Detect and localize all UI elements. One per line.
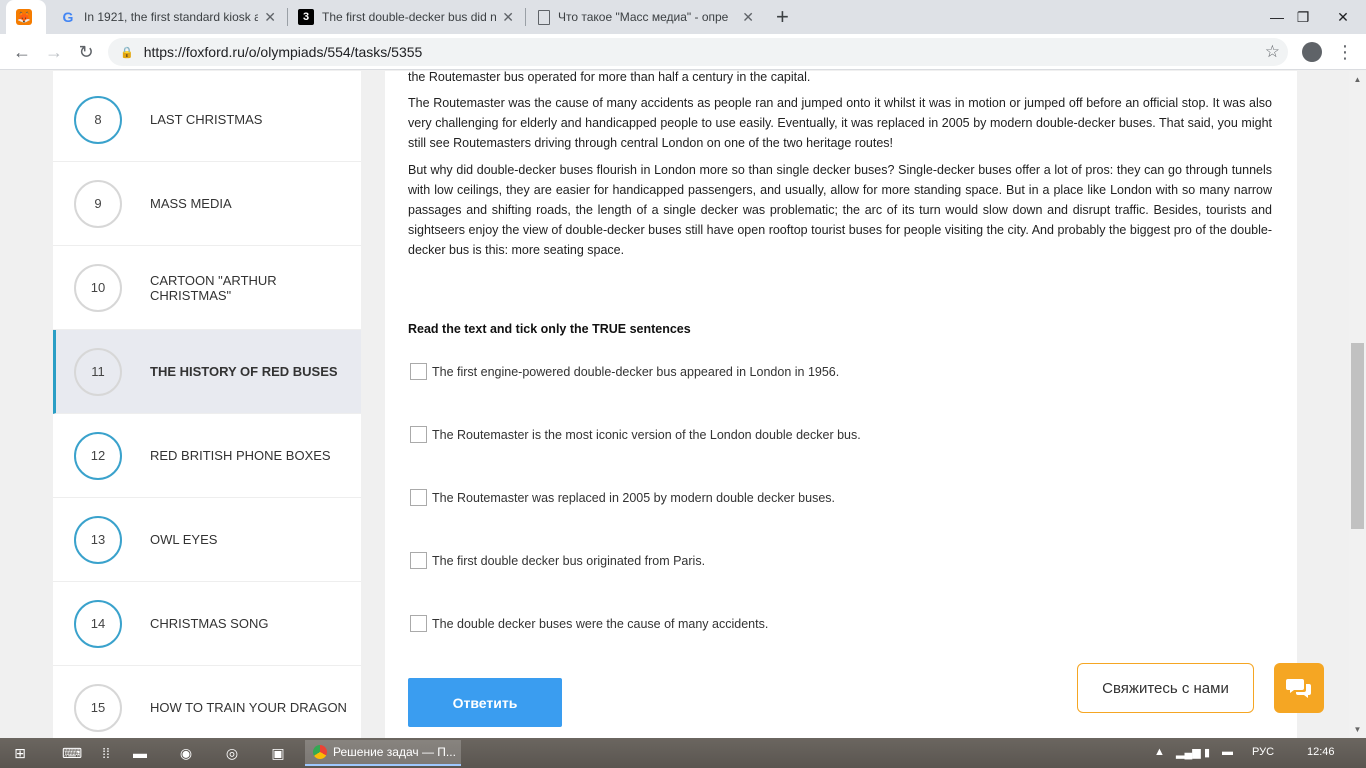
save-icon[interactable]: ▣ — [268, 743, 288, 763]
option-text: The Routemaster was replaced in 2005 by … — [432, 490, 836, 505]
taskbar-chrome-app[interactable]: Решение задач — П... — [305, 740, 461, 766]
sidebar-item-label: OWL EYES — [150, 532, 218, 547]
task-content: the Routemaster bus operated for more th… — [385, 71, 1297, 738]
tab-title: Что такое "Масс медиа" - опре — [558, 10, 729, 24]
task-number: 8 — [74, 95, 122, 144]
task-number: 9 — [74, 179, 122, 228]
page-scrollbar[interactable]: ▲ ▼ — [1349, 71, 1366, 738]
sidebar-item-9[interactable]: 9 MASS MEDIA — [53, 162, 361, 246]
sidebar-item-14[interactable]: 14 CHRISTMAS SONG — [53, 582, 361, 666]
sidebar-item-label: CARTOON "ARTHUR CHRISTMAS" — [150, 272, 277, 303]
answer-option[interactable]: The first double decker bus originated f… — [410, 552, 705, 569]
sidebar-item-label: CHRISTMAS SONG — [150, 616, 269, 631]
three-icon: 3 — [298, 9, 314, 25]
sidebar-item-13[interactable]: 13 OWL EYES — [53, 498, 361, 582]
answer-option[interactable]: The Routemaster was replaced in 2005 by … — [410, 489, 835, 506]
back-icon[interactable]: ← — [10, 40, 34, 64]
profile-icon[interactable] — [1302, 42, 1322, 62]
flag-icon[interactable]: ▬ — [1222, 746, 1233, 758]
tab-strip: 🦊 G In 1921, the first standard kiosk a … — [0, 0, 1366, 34]
browser-toolbar: ← → ↻ 🔒 https://foxford.ru/o/olympiads/5… — [0, 34, 1366, 70]
document-icon — [538, 9, 550, 25]
chrome-icon — [313, 745, 327, 759]
sidebar-item-label: MASS MEDIA — [150, 196, 232, 211]
network-icon[interactable]: ▂▄▆ — [1176, 746, 1201, 759]
sidebar-item-label: HOW TO TRAIN YOUR DRAGON — [150, 700, 347, 715]
window-close-icon[interactable]: ✕ — [1320, 0, 1366, 34]
url-text: https://foxford.ru/o/olympiads/554/tasks… — [143, 44, 423, 60]
close-icon[interactable]: ✕ — [502, 9, 514, 26]
tab-3[interactable]: Что такое "Масс медиа" - опре ✕ — [528, 0, 764, 34]
tray-up-icon[interactable]: ▲ — [1154, 746, 1165, 758]
task-number: 12 — [74, 431, 122, 480]
checkbox[interactable] — [410, 615, 427, 632]
menu-icon[interactable]: ⋮ — [1336, 40, 1354, 64]
option-text: The Routemaster is the most iconic versi… — [432, 427, 861, 442]
task-number: 13 — [74, 515, 122, 564]
task-number: 15 — [74, 683, 122, 732]
folder-icon[interactable]: ▬ — [130, 743, 150, 763]
text-paragraph: The Routemaster was the cause of many ac… — [408, 96, 1272, 150]
checkbox[interactable] — [410, 552, 427, 569]
task-number: 10 — [74, 263, 122, 312]
grid-icon[interactable]: ⁞⁞ — [96, 743, 116, 763]
text-paragraph: But why did double-decker buses flourish… — [408, 163, 1272, 257]
checkbox[interactable] — [410, 426, 427, 443]
taskbar-app-label: Решение задач — П... — [333, 745, 456, 759]
sidebar-item-12[interactable]: 12 RED BRITISH PHONE BOXES — [53, 414, 361, 498]
sidebar-item-8[interactable]: 8 LAST CHRISTMAS — [53, 78, 361, 162]
bookmark-star-icon[interactable]: ☆ — [1265, 42, 1280, 62]
address-bar[interactable]: 🔒 https://foxford.ru/o/olympiads/554/tas… — [108, 38, 1288, 66]
reload-icon[interactable]: ↻ — [74, 40, 98, 64]
language-indicator[interactable]: РУС — [1252, 746, 1274, 758]
text-paragraph: the Routemaster bus operated for more th… — [408, 71, 811, 84]
scroll-up-icon[interactable]: ▲ — [1349, 71, 1366, 88]
submit-answer-button[interactable]: Ответить — [408, 678, 562, 727]
lock-icon: 🔒 — [120, 46, 134, 59]
task-number: 14 — [74, 599, 122, 648]
option-text: The first engine-powered double-decker b… — [432, 364, 840, 379]
tab-2[interactable]: 3 The first double-decker bus did n ✕ — [288, 0, 524, 34]
sidebar-item-10[interactable]: 10 CARTOON "ARTHUR CHRISTMAS" — [53, 246, 361, 330]
restore-icon[interactable]: ❐ — [1284, 0, 1322, 34]
viber-icon[interactable]: ◉ — [176, 743, 196, 763]
fox-icon: 🦊 — [16, 9, 32, 25]
chat-button[interactable] — [1274, 663, 1324, 713]
contact-us-button[interactable]: Свяжитесь с нами — [1077, 663, 1254, 713]
new-tab-button[interactable]: + — [776, 4, 789, 30]
app-icon[interactable]: ◎ — [222, 743, 242, 763]
answer-option[interactable]: The Routemaster is the most iconic versi… — [410, 426, 861, 443]
tab-title: In 1921, the first standard kiosk a — [84, 10, 259, 24]
forward-icon[interactable]: → — [42, 40, 66, 64]
battery-icon[interactable]: ▮ — [1204, 746, 1210, 759]
sidebar-item-11[interactable]: 11 THE HISTORY OF RED BUSES — [53, 330, 361, 414]
sidebar-item-label: RED BRITISH PHONE BOXES — [150, 448, 331, 463]
tab-title: The first double-decker bus did n — [322, 10, 497, 24]
keyboard-icon[interactable]: ⌨ — [62, 743, 82, 763]
checkbox[interactable] — [410, 363, 427, 380]
option-text: The double decker buses were the cause o… — [432, 616, 769, 631]
close-icon[interactable]: ✕ — [264, 9, 276, 26]
scroll-down-icon[interactable]: ▼ — [1349, 721, 1366, 738]
question-title: Read the text and tick only the TRUE sen… — [408, 322, 691, 336]
sidebar-item-15[interactable]: 15 HOW TO TRAIN YOUR DRAGON — [53, 666, 361, 738]
answer-option[interactable]: The double decker buses were the cause o… — [410, 615, 768, 632]
windows-start-icon[interactable]: ⊞ — [10, 743, 30, 763]
option-text: The first double decker bus originated f… — [432, 553, 706, 568]
page-viewport: 8 LAST CHRISTMAS 9 MASS MEDIA 10 CARTOON… — [0, 71, 1349, 738]
tab-1[interactable]: G In 1921, the first standard kiosk a ✕ — [50, 0, 286, 34]
google-icon: G — [62, 9, 74, 25]
answer-option[interactable]: The first engine-powered double-decker b… — [410, 363, 839, 380]
close-icon[interactable]: ✕ — [742, 9, 754, 26]
chat-icon — [1286, 679, 1311, 698]
sidebar-item-label: THE HISTORY OF RED BUSES — [150, 364, 338, 379]
checkbox[interactable] — [410, 489, 427, 506]
scroll-thumb[interactable] — [1351, 343, 1364, 529]
sidebar-item-label: LAST CHRISTMAS — [150, 112, 263, 127]
tab-foxford[interactable]: 🦊 — [6, 0, 46, 34]
task-list-sidebar: 8 LAST CHRISTMAS 9 MASS MEDIA 10 CARTOON… — [53, 71, 361, 738]
task-number: 11 — [74, 347, 122, 396]
windows-taskbar: ⊞ ⌨ ⁞⁞ ▬ ◉ ◎ ▣ Решение задач — П... ▲ ▂▄… — [0, 738, 1366, 768]
clock[interactable]: 12:46 — [1307, 746, 1335, 758]
